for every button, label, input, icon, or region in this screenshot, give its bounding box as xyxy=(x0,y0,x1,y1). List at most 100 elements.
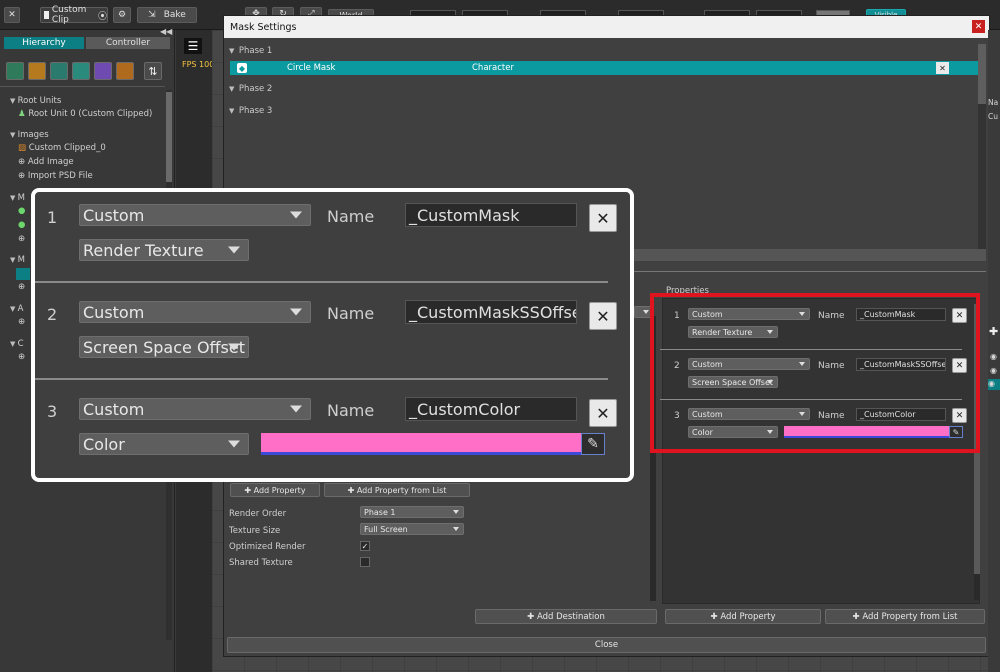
sort-icon[interactable]: ⇅ xyxy=(144,62,162,80)
zoom-prop-3-name-input[interactable]: _CustomColor xyxy=(405,397,577,421)
mask-scroll-thumb[interactable] xyxy=(978,44,986,104)
zoom-prop-2-kind: Screen Space Offset xyxy=(83,337,246,357)
bake-button[interactable]: ⇲ Bake xyxy=(137,7,197,23)
expand-icon: ▼ xyxy=(10,256,18,264)
add-property-from-list-label: Add Property from List xyxy=(862,611,958,622)
plus-icon: ✚ xyxy=(244,485,254,495)
zoom-prop-sep-1 xyxy=(35,281,608,283)
mask-row-circle[interactable]: ◆ Circle Mask Character ✕ xyxy=(230,61,979,75)
left-add-property-button[interactable]: ✚ Add Property xyxy=(230,483,320,497)
remove-mask-button[interactable]: ✕ xyxy=(936,62,949,74)
export-icon: ⇲ xyxy=(148,10,156,20)
zoomed-properties-callout: 1 Custom Name _CustomMask ✕ Render Textu… xyxy=(31,188,634,482)
eye-icon[interactable]: ◉ xyxy=(990,352,997,361)
image-tool-icon[interactable] xyxy=(28,62,46,80)
dialog-titlebar: Mask Settings xyxy=(224,16,989,38)
zoom-prop-3-remove-button[interactable]: ✕ xyxy=(589,399,617,427)
meshgroup-header[interactable]: ▼ M xyxy=(10,193,25,203)
images-header[interactable]: ▼ Images xyxy=(10,130,49,140)
zoom-prop-3-kind-dropdown[interactable]: Color xyxy=(79,433,249,455)
add-mesh-item[interactable]: ⊕ xyxy=(18,234,25,244)
mesh-tool-icon[interactable] xyxy=(50,62,68,80)
shared-texture-checkbox[interactable] xyxy=(360,557,370,567)
zoom-prop-1-kind-dropdown[interactable]: Render Texture xyxy=(79,239,249,261)
add-mesh-item-2[interactable]: ⊕ xyxy=(18,282,25,292)
plus-icon: ✚ xyxy=(852,611,863,622)
mesh-header[interactable]: ▼ M xyxy=(10,255,25,265)
bone-tool-icon[interactable] xyxy=(6,62,24,80)
render-order-value: Phase 1 xyxy=(364,507,396,517)
close-app-button[interactable]: ✕ xyxy=(4,7,20,23)
mesh-item-1[interactable]: ● xyxy=(18,206,25,216)
menu-icon[interactable]: ☰ xyxy=(184,38,202,54)
zoom-prop-2-name-input[interactable]: _CustomMaskSSOffset xyxy=(405,300,577,324)
phase-3-header[interactable]: ▼ Phase 3 xyxy=(229,106,272,116)
tab-controller[interactable]: Controller xyxy=(86,37,170,49)
controller-label: C xyxy=(17,339,24,349)
zoom-prop-3-eyedropper-button[interactable]: ✎ xyxy=(581,433,605,455)
zoom-prop-2-kind-dropdown[interactable]: Screen Space Offset xyxy=(79,336,249,358)
add-property-from-list-button[interactable]: ✚ Add Property from List xyxy=(825,609,985,624)
root-unit-item[interactable]: ♟ Root Unit 0 (Custom Clipped) xyxy=(18,109,152,119)
add-image-item[interactable]: ⊕ Add Image xyxy=(18,157,74,167)
file-tab-label: Custom Clip xyxy=(51,5,87,25)
zoom-prop-1-remove-button[interactable]: ✕ xyxy=(589,204,617,232)
expand-icon: ▼ xyxy=(10,194,18,202)
image-item-label: Custom Clipped_0 xyxy=(28,143,106,153)
diamond-icon: ◆ xyxy=(237,63,247,73)
zoom-prop-1-type-dropdown[interactable]: Custom xyxy=(79,204,311,226)
left-add-from-list-button[interactable]: ✚ Add Property from List xyxy=(324,483,470,497)
zoom-prop-1-name-value: _CustomMask xyxy=(409,205,520,225)
animation-header[interactable]: ▼ A xyxy=(10,304,23,314)
phase-1-header[interactable]: ▼ Phase 1 xyxy=(229,46,272,56)
zoom-prop-3-name-label: Name xyxy=(327,401,375,420)
texture-size-dropdown[interactable]: Full Screen xyxy=(360,523,464,535)
dialog-close-button[interactable]: ✕ xyxy=(972,20,985,33)
import-psd-item[interactable]: ⊕ Import PSD File xyxy=(18,171,93,181)
zoom-prop-3-type-dropdown[interactable]: Custom xyxy=(79,398,311,420)
close-icon: ✕ xyxy=(974,21,983,32)
mask-target: Character xyxy=(472,63,514,73)
zoom-prop-3-color-swatch[interactable] xyxy=(261,433,581,455)
eye-icon[interactable]: ◉ xyxy=(990,366,997,375)
hierarchy-scroll-thumb[interactable] xyxy=(166,92,172,182)
mesh-item-2[interactable]: ● xyxy=(18,220,25,230)
unit-icon: ♟ xyxy=(18,109,29,119)
expand-icon: ▼ xyxy=(10,97,18,105)
add-controller-item[interactable]: ⊕ xyxy=(18,352,25,362)
plus-icon[interactable]: ✚ xyxy=(989,325,998,338)
add-property-button[interactable]: ✚ Add Property xyxy=(665,609,821,624)
plus-icon: ✚ xyxy=(527,611,537,622)
zoom-prop-2-type-dropdown[interactable]: Custom xyxy=(79,301,311,323)
zoom-prop-3-type: Custom xyxy=(83,399,145,419)
mask-list-scrollbar[interactable] xyxy=(978,44,986,254)
tab-hierarchy[interactable]: Hierarchy xyxy=(4,37,84,49)
eye-icon[interactable]: ◉ xyxy=(988,379,1000,390)
selected-mesh-item[interactable] xyxy=(16,268,30,280)
dialog-close-bottom-button[interactable]: Close xyxy=(227,637,986,653)
file-tab[interactable]: Custom Clip ⦿ xyxy=(40,5,108,25)
add-destination-button[interactable]: ✚ Add Destination xyxy=(475,609,657,624)
param-tool-icon[interactable] xyxy=(116,62,134,80)
expand-icon: ▼ xyxy=(229,85,239,93)
controller-header[interactable]: ▼ C xyxy=(10,339,24,349)
render-order-dropdown[interactable]: Phase 1 xyxy=(360,506,464,518)
highlight-box xyxy=(650,293,980,453)
zoom-prop-1-name-input[interactable]: _CustomMask xyxy=(405,203,577,227)
optimized-render-checkbox[interactable]: ✓ xyxy=(360,541,370,551)
collapse-icon[interactable]: ◀◀ xyxy=(160,27,172,36)
root-units-header[interactable]: ▼ Root Units xyxy=(10,96,61,106)
group-tool-icon[interactable] xyxy=(72,62,90,80)
zoom-prop-2-index: 2 xyxy=(47,305,58,324)
left-add-from-list-label: Add Property from List xyxy=(356,485,447,495)
phase-2-header[interactable]: ▼ Phase 2 xyxy=(229,84,272,94)
add-image-label: Add Image xyxy=(27,157,74,167)
add-animation-item[interactable]: ⊕ xyxy=(18,317,25,327)
texture-size-value: Full Screen xyxy=(364,524,408,534)
eyedropper-icon: ✎ xyxy=(587,436,599,452)
dialog-title: Mask Settings xyxy=(230,21,297,33)
zoom-prop-2-remove-button[interactable]: ✕ xyxy=(589,302,617,330)
image-item[interactable]: ▨ Custom Clipped_0 xyxy=(18,143,106,153)
animation-tool-icon[interactable] xyxy=(94,62,112,80)
settings-gear-button[interactable]: ⚙ xyxy=(113,7,131,23)
